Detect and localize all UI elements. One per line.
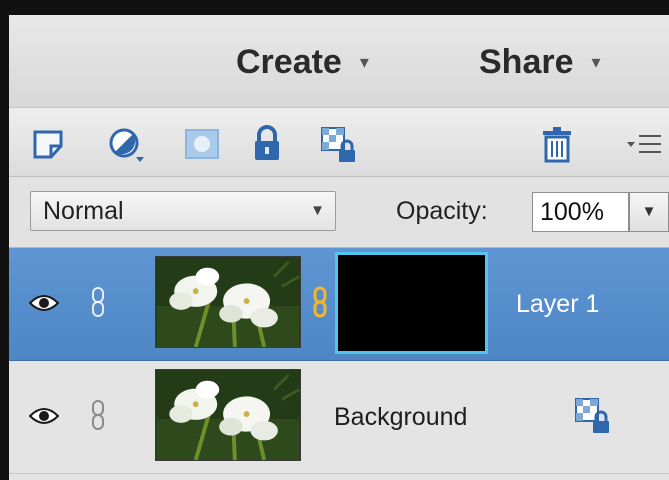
opacity-input[interactable]: 100% [532,192,629,232]
eye-icon[interactable] [29,292,59,314]
opacity-dropdown-button[interactable]: ▼ [629,192,669,232]
link-icon[interactable] [91,399,105,431]
new-layer-icon[interactable] [29,124,69,164]
layer-name[interactable]: Layer 1 [516,284,599,324]
opacity-label: Opacity: [396,197,488,225]
share-label: Share [479,42,574,81]
layer-mask-icon[interactable] [182,124,222,164]
layer-mask-thumbnail[interactable] [335,252,488,354]
chevron-down-icon: ▾ [591,51,601,72]
panel-menu-icon[interactable] [623,124,663,164]
window-edge-top [0,0,669,15]
create-button[interactable]: Create ▾ [236,40,369,84]
mask-link-icon[interactable] [313,286,327,318]
lock-transparency-icon [575,398,609,433]
delete-layer-icon[interactable] [537,124,577,164]
layer-thumbnail[interactable] [155,369,301,461]
layer-row-background[interactable]: Background [9,361,669,474]
layer-options-bar: Normal ▼ Opacity: 100% ▼ [9,177,669,248]
link-icon[interactable] [91,286,105,318]
layer-thumbnail[interactable] [155,256,301,348]
layers-toolbar [9,108,669,177]
lock-transparency-icon[interactable] [318,124,358,164]
eye-icon[interactable] [29,405,59,427]
chevron-down-icon: ▾ [359,51,369,72]
create-label: Create [236,42,342,81]
blend-mode-value: Normal [43,197,124,225]
adjustment-layer-icon[interactable] [106,124,146,164]
header-bar: Create ▾ Share ▾ [9,15,669,108]
layers-panel: Create ▾ Share ▾ Normal ▼ Opacity: 100% … [0,0,669,480]
share-button[interactable]: Share ▾ [479,40,601,84]
chevron-down-icon: ▼ [641,203,657,220]
layer-name[interactable]: Background [334,397,467,437]
chevron-down-icon: ▼ [310,202,325,219]
panel-empty-area [9,474,669,480]
lock-all-icon[interactable] [247,124,287,164]
layer-row-layer-1[interactable]: Layer 1 [9,248,669,361]
window-edge-left [0,0,9,480]
blend-mode-select[interactable]: Normal ▼ [30,191,336,231]
